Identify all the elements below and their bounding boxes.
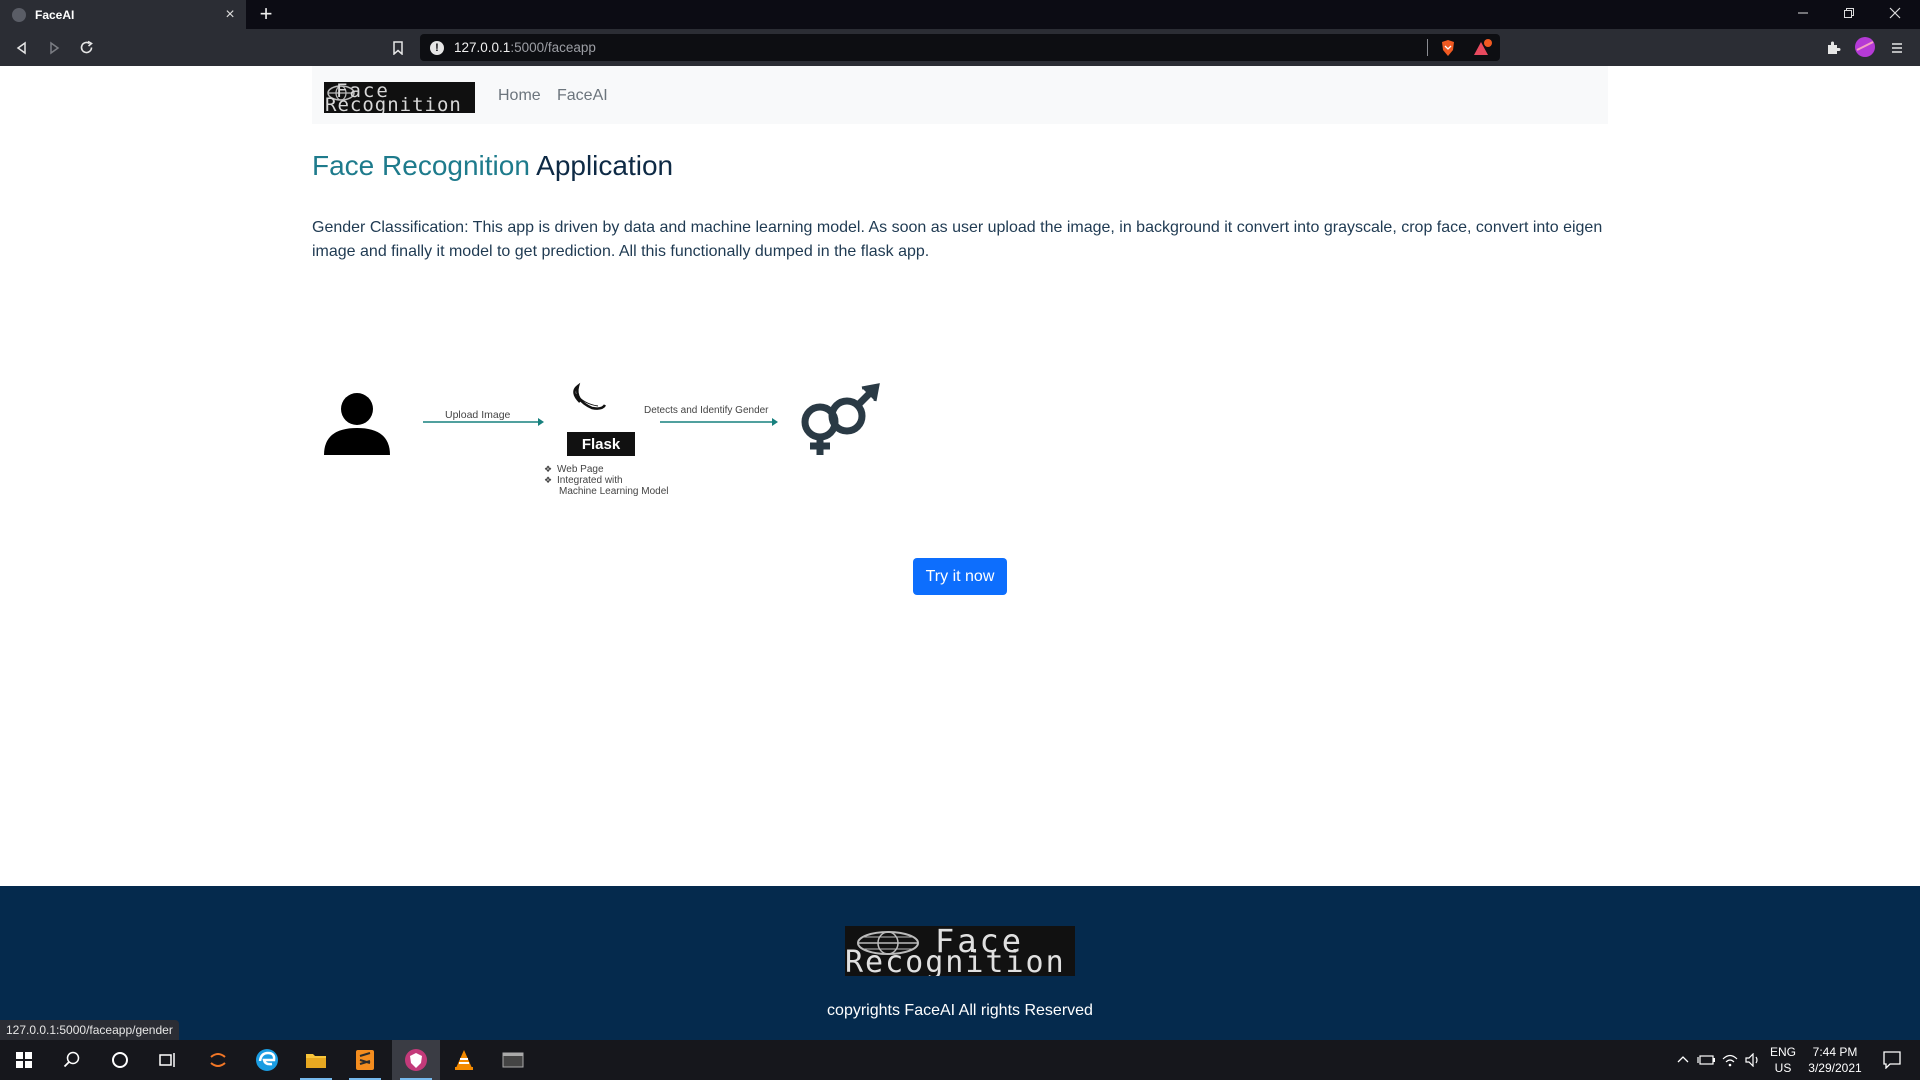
- minimize-icon[interactable]: [1780, 0, 1826, 29]
- sublime-text-icon[interactable]: [341, 1040, 389, 1080]
- file-explorer-icon[interactable]: [292, 1040, 340, 1080]
- page-title-main: Application: [536, 150, 674, 181]
- browser-tabbar: FaceAI × +: [0, 0, 1920, 29]
- site-footer: Face Recognition copyrights FaceAI All r…: [0, 886, 1920, 1040]
- tray-overflow-icon[interactable]: [1673, 1040, 1693, 1080]
- site-navbar: Face Recognition Home FaceAI: [312, 66, 1608, 124]
- profile-avatar-icon[interactable]: [1850, 29, 1880, 66]
- flask-logo: Flask: [567, 382, 635, 456]
- browser-tab[interactable]: FaceAI ×: [0, 0, 246, 29]
- nav-link-home[interactable]: Home: [498, 87, 541, 105]
- app-description: Gender Classification: This app is drive…: [312, 219, 1603, 260]
- wifi-icon[interactable]: [1722, 1040, 1744, 1080]
- bullet-icon-1: ❖: [544, 464, 552, 474]
- page-title: Face Recognition Application: [312, 150, 673, 182]
- language-code: ENG: [1769, 1045, 1796, 1059]
- url-host: 127.0.0.1: [454, 40, 511, 55]
- upload-label: Upload Image: [445, 409, 511, 421]
- back-icon[interactable]: [7, 29, 37, 66]
- browser-toolbar: ! 127.0.0.1:5000/faceapp: [0, 29, 1920, 66]
- search-icon[interactable]: [48, 1040, 96, 1080]
- forward-icon[interactable]: [39, 29, 69, 66]
- restore-icon[interactable]: [1826, 0, 1872, 29]
- brand-logo-text-2: Recognition: [325, 94, 462, 113]
- workflow-diagram: Upload Image Flask ❖ Web Page ❖ Integrat…: [324, 382, 880, 497]
- gender-symbol-icon: [801, 383, 880, 455]
- detect-arrow: [660, 418, 778, 426]
- reload-icon[interactable]: [71, 29, 101, 66]
- new-tab-button[interactable]: +: [254, 2, 278, 26]
- vlc-icon[interactable]: [440, 1040, 488, 1080]
- task-view-icon[interactable]: [144, 1040, 192, 1080]
- windows-taskbar: ENG US 7:44 PM 3/29/2021: [0, 1040, 1920, 1080]
- site-info-icon[interactable]: !: [430, 40, 444, 55]
- clock-date: 3/29/2021: [1808, 1061, 1862, 1075]
- url-path: :5000/faceapp: [510, 40, 596, 55]
- brave-browser-icon[interactable]: [392, 1040, 440, 1080]
- bullet-integrated: Integrated with: [557, 475, 623, 486]
- link-status-tooltip: 127.0.0.1:5000/faceapp/gender: [0, 1020, 179, 1040]
- tab-title: FaceAI: [35, 7, 75, 22]
- flask-label: Flask: [582, 436, 621, 453]
- bullet-icon-2: ❖: [544, 475, 552, 485]
- brave-rewards-icon[interactable]: [1467, 29, 1497, 66]
- brave-shields-icon[interactable]: [1433, 29, 1463, 66]
- battery-icon[interactable]: [1697, 1040, 1719, 1080]
- keyboard-region: US: [1774, 1061, 1792, 1075]
- globe-icon: [12, 7, 26, 22]
- toolbar-divider: [1427, 39, 1428, 56]
- footer-logo: Face Recognition: [845, 926, 1075, 976]
- address-bar[interactable]: ! 127.0.0.1:5000/faceapp: [420, 34, 1500, 61]
- edge-icon[interactable]: [243, 1040, 291, 1080]
- bullet-web-page: Web Page: [557, 464, 604, 475]
- clock[interactable]: 7:44 PM 3/29/2021: [1805, 1040, 1865, 1080]
- notifications-icon[interactable]: [1872, 1040, 1912, 1080]
- page-title-accent: Face Recognition: [312, 150, 530, 181]
- bullet-ml-model: Machine Learning Model: [559, 486, 669, 497]
- language-indicator[interactable]: ENG US: [1765, 1040, 1801, 1080]
- windows-start-icon[interactable]: [0, 1040, 48, 1080]
- cortana-icon[interactable]: [96, 1040, 144, 1080]
- try-it-now-button[interactable]: Try it now: [913, 558, 1007, 595]
- close-window-icon[interactable]: [1872, 0, 1918, 29]
- detect-label: Detects and Identify Gender: [644, 405, 769, 416]
- copyright-text: copyrights FaceAI All rights Reserved: [827, 1002, 1093, 1019]
- user-icon: [324, 393, 390, 455]
- close-tab-icon[interactable]: ×: [220, 6, 240, 24]
- nav-link-faceai[interactable]: FaceAI: [557, 87, 608, 105]
- footer-logo-text-2: Recognition: [845, 945, 1066, 976]
- menu-icon[interactable]: [1882, 29, 1912, 66]
- jupyter-icon[interactable]: [194, 1040, 242, 1080]
- clock-time: 7:44 PM: [1812, 1045, 1858, 1059]
- extensions-icon[interactable]: [1818, 29, 1848, 66]
- brand-logo[interactable]: Face Recognition: [324, 82, 475, 113]
- bookmark-icon[interactable]: [383, 29, 413, 66]
- terminal-icon[interactable]: [489, 1040, 537, 1080]
- volume-icon[interactable]: [1745, 1040, 1767, 1080]
